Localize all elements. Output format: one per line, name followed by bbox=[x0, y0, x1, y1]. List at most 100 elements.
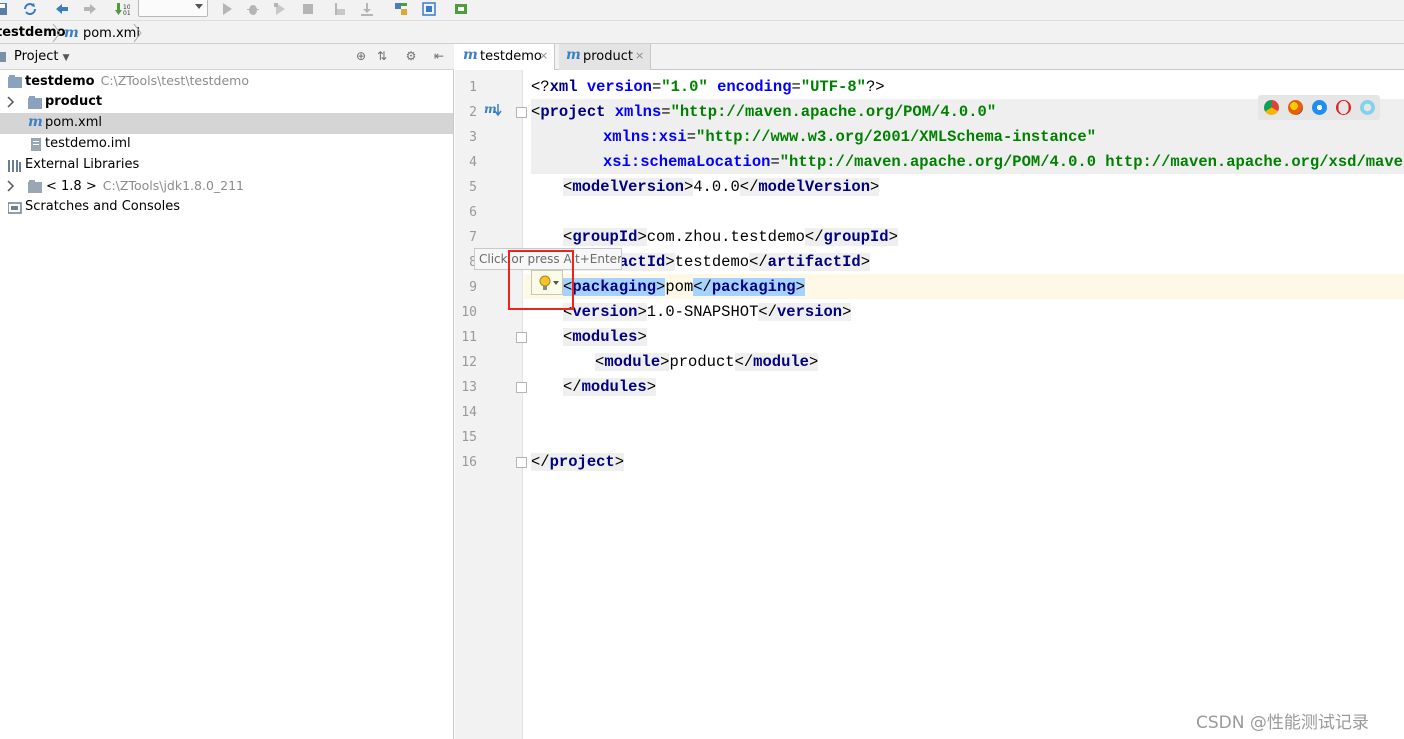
editor-tab-bar: m testdemo × m product × bbox=[455, 44, 1404, 70]
open-in-browser-bar bbox=[1258, 95, 1380, 120]
run-icon[interactable] bbox=[219, 1, 235, 17]
line-number: 11 bbox=[461, 330, 477, 345]
project-view-label: Project bbox=[14, 49, 59, 64]
line-number: 13 bbox=[461, 380, 477, 395]
project-panel-header: Project ▼ ⊕ ⇅ ⚙ ⇤ bbox=[0, 44, 454, 70]
maven-file-icon: m bbox=[566, 47, 581, 63]
tree-item-label: testdemo.iml bbox=[45, 136, 131, 151]
tree-item-external-libraries[interactable]: External Libraries bbox=[0, 155, 453, 176]
tree-item-label: External Libraries bbox=[25, 157, 140, 172]
chrome-icon[interactable] bbox=[1264, 100, 1279, 115]
code-line: <module>product</module> bbox=[595, 353, 819, 371]
build-icon[interactable]: 1001 bbox=[114, 1, 130, 17]
stop-icon[interactable] bbox=[300, 1, 316, 17]
ie-icon[interactable] bbox=[1360, 100, 1375, 115]
libraries-icon bbox=[8, 160, 21, 172]
chevron-down-icon: ▼ bbox=[62, 53, 70, 63]
jdk-folder-icon bbox=[28, 180, 42, 193]
coverage-icon[interactable] bbox=[272, 1, 288, 17]
opera-icon[interactable] bbox=[1336, 100, 1351, 115]
collapse-all-icon[interactable]: ⇅ bbox=[375, 49, 389, 63]
svg-text:01: 01 bbox=[123, 10, 130, 17]
line-number: 14 bbox=[461, 405, 477, 420]
vcs-update-icon[interactable] bbox=[332, 1, 348, 17]
tab-label: testdemo bbox=[480, 49, 542, 64]
save-icon[interactable] bbox=[0, 1, 10, 17]
tree-item-testdemo-iml[interactable]: testdemo.iml bbox=[0, 134, 453, 155]
locate-icon[interactable]: ⊕ bbox=[354, 49, 368, 63]
line-number: 15 bbox=[461, 430, 477, 445]
code-line: <?xml version="1.0" encoding="UTF-8"?> bbox=[531, 78, 885, 96]
chevron-down-icon bbox=[195, 4, 203, 9]
safari-icon[interactable] bbox=[1312, 100, 1327, 115]
main-toolbar: 10 01 bbox=[0, 0, 1404, 20]
line-number: 12 bbox=[461, 355, 477, 370]
project-structure-icon[interactable] bbox=[393, 1, 409, 17]
code-line-selected: <packaging>pom</packaging> bbox=[563, 278, 805, 296]
code-line: </project> bbox=[531, 453, 625, 471]
hide-panel-icon[interactable]: ⇤ bbox=[432, 49, 446, 63]
firefox-icon[interactable] bbox=[1288, 100, 1303, 115]
code-line: xmlns:xsi="http://www.w3.org/2001/XMLSch… bbox=[603, 128, 1096, 146]
code-line: <modelVersion>4.0.0</modelVersion> bbox=[563, 178, 880, 196]
line-number: 7 bbox=[469, 230, 477, 245]
breadcrumb-file-label: pom.xml bbox=[82, 26, 140, 41]
project-panel: Project ▼ ⊕ ⇅ ⚙ ⇤ testdemo C:\ZTools\test… bbox=[0, 44, 454, 739]
settings-grid-icon[interactable] bbox=[421, 1, 437, 17]
tree-item-product[interactable]: product bbox=[0, 92, 453, 113]
maven-navigate-icon[interactable]: m bbox=[484, 101, 504, 119]
sdk-icon[interactable] bbox=[453, 1, 469, 17]
line-number: 5 bbox=[469, 180, 477, 195]
iml-file-icon bbox=[31, 138, 41, 151]
line-number: 1 bbox=[469, 80, 477, 95]
tree-item-label: testdemo bbox=[25, 74, 95, 89]
vcs-commit-icon[interactable] bbox=[359, 1, 375, 17]
tree-item-scratches[interactable]: Scratches and Consoles bbox=[0, 197, 453, 218]
scratches-icon bbox=[8, 202, 22, 214]
chevron-right-icon[interactable] bbox=[6, 180, 16, 192]
code-line: <modules> bbox=[563, 328, 647, 346]
code-line: <groupId>com.zhou.testdemo</groupId> bbox=[563, 228, 898, 246]
gear-icon[interactable]: ⚙ bbox=[404, 49, 418, 63]
project-view-selector[interactable]: Project ▼ bbox=[14, 49, 70, 64]
run-config-dropdown[interactable] bbox=[138, 0, 208, 17]
tab-testdemo[interactable]: m testdemo × bbox=[455, 44, 555, 70]
maven-file-icon: m bbox=[64, 25, 79, 41]
back-icon[interactable] bbox=[54, 1, 70, 17]
code-line: <project xmlns="http://maven.apache.org/… bbox=[531, 103, 997, 121]
line-number: 4 bbox=[469, 155, 477, 170]
code-editor[interactable]: <?xml version="1.0" encoding="UTF-8"?> <… bbox=[524, 70, 1404, 739]
chevron-right-icon bbox=[52, 23, 61, 43]
tree-item-pom-xml[interactable]: m pom.xml bbox=[0, 113, 453, 134]
line-number: 6 bbox=[469, 205, 477, 220]
line-number: 10 bbox=[461, 305, 477, 320]
highlight-box bbox=[508, 250, 574, 310]
tree-item-label: product bbox=[45, 94, 103, 109]
close-icon[interactable]: × bbox=[635, 49, 644, 62]
close-icon[interactable]: × bbox=[539, 49, 548, 62]
line-number: 16 bbox=[461, 455, 477, 470]
chevron-right-icon[interactable] bbox=[6, 96, 16, 108]
tree-item-label: Scratches and Consoles bbox=[25, 199, 181, 214]
line-number: 9 bbox=[469, 280, 477, 295]
editor-gutter[interactable]: 1 2 3 4 5 6 7 8 9 10 11 12 13 14 15 16 m bbox=[455, 70, 527, 739]
code-line: <version>1.0-SNAPSHOT</version> bbox=[563, 303, 852, 321]
tree-item-label: < 1.8 > bbox=[46, 179, 97, 194]
sync-icon[interactable] bbox=[22, 1, 38, 17]
tab-product[interactable]: m product × bbox=[559, 44, 651, 70]
line-number: 2 bbox=[469, 105, 477, 120]
editor-area: m testdemo × m product × 1 2 3 4 5 6 7 8… bbox=[455, 44, 1404, 739]
chevron-right-icon bbox=[133, 23, 142, 43]
line-number: 3 bbox=[469, 130, 477, 145]
breadcrumb-file[interactable]: m pom.xml bbox=[64, 25, 140, 41]
module-folder-icon bbox=[28, 96, 42, 109]
breadcrumb: testdemo m pom.xml bbox=[0, 20, 1404, 44]
tree-item-path: C:\ZTools\jdk1.8.0_211 bbox=[102, 178, 245, 193]
tree-item-testdemo[interactable]: testdemo C:\ZTools\test\testdemo bbox=[0, 71, 453, 92]
forward-icon[interactable] bbox=[82, 1, 98, 17]
maven-file-icon: m bbox=[463, 47, 478, 63]
debug-icon[interactable] bbox=[245, 1, 261, 17]
tree-item-jdk[interactable]: < 1.8 > C:\ZTools\jdk1.8.0_211 bbox=[0, 176, 453, 197]
module-folder-icon bbox=[8, 75, 22, 88]
project-view-icon bbox=[0, 52, 6, 62]
